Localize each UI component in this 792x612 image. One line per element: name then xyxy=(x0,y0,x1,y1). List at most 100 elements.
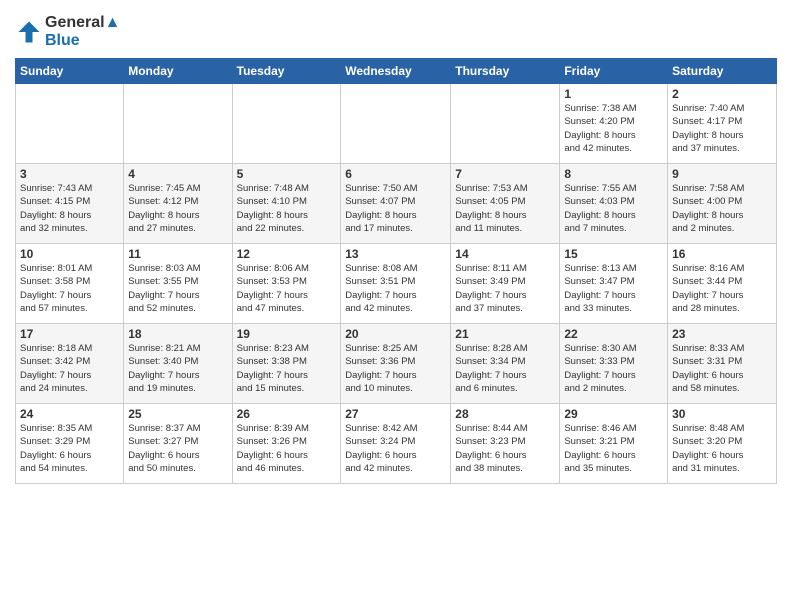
day-info: Sunrise: 7:55 AM Sunset: 4:03 PM Dayligh… xyxy=(564,182,663,235)
day-number: 23 xyxy=(672,327,772,341)
day-number: 12 xyxy=(237,247,337,261)
weekday-header: Sunday xyxy=(16,59,124,84)
day-number: 18 xyxy=(128,327,227,341)
header: General▲ Blue xyxy=(15,10,777,50)
day-info: Sunrise: 7:50 AM Sunset: 4:07 PM Dayligh… xyxy=(345,182,446,235)
calendar-cell: 15Sunrise: 8:13 AM Sunset: 3:47 PM Dayli… xyxy=(560,244,668,324)
calendar-cell: 24Sunrise: 8:35 AM Sunset: 3:29 PM Dayli… xyxy=(16,404,124,484)
day-number: 27 xyxy=(345,407,446,421)
calendar-cell: 29Sunrise: 8:46 AM Sunset: 3:21 PM Dayli… xyxy=(560,404,668,484)
calendar-cell: 21Sunrise: 8:28 AM Sunset: 3:34 PM Dayli… xyxy=(451,324,560,404)
calendar-cell: 17Sunrise: 8:18 AM Sunset: 3:42 PM Dayli… xyxy=(16,324,124,404)
day-info: Sunrise: 7:38 AM Sunset: 4:20 PM Dayligh… xyxy=(564,102,663,155)
weekday-header: Saturday xyxy=(668,59,777,84)
calendar-cell: 16Sunrise: 8:16 AM Sunset: 3:44 PM Dayli… xyxy=(668,244,777,324)
weekday-header: Wednesday xyxy=(341,59,451,84)
day-number: 6 xyxy=(345,167,446,181)
calendar-table: SundayMondayTuesdayWednesdayThursdayFrid… xyxy=(15,58,777,484)
calendar-cell: 1Sunrise: 7:38 AM Sunset: 4:20 PM Daylig… xyxy=(560,84,668,164)
calendar-cell xyxy=(451,84,560,164)
day-info: Sunrise: 7:48 AM Sunset: 4:10 PM Dayligh… xyxy=(237,182,337,235)
calendar-cell: 20Sunrise: 8:25 AM Sunset: 3:36 PM Dayli… xyxy=(341,324,451,404)
day-number: 11 xyxy=(128,247,227,261)
day-info: Sunrise: 8:46 AM Sunset: 3:21 PM Dayligh… xyxy=(564,422,663,475)
day-info: Sunrise: 8:48 AM Sunset: 3:20 PM Dayligh… xyxy=(672,422,772,475)
calendar-cell: 13Sunrise: 8:08 AM Sunset: 3:51 PM Dayli… xyxy=(341,244,451,324)
calendar-cell: 12Sunrise: 8:06 AM Sunset: 3:53 PM Dayli… xyxy=(232,244,341,324)
weekday-header: Monday xyxy=(124,59,232,84)
main-container: General▲ Blue SundayMondayTuesdayWednesd… xyxy=(0,0,792,489)
calendar-week-row: 1Sunrise: 7:38 AM Sunset: 4:20 PM Daylig… xyxy=(16,84,777,164)
calendar-cell xyxy=(341,84,451,164)
calendar-header-row: SundayMondayTuesdayWednesdayThursdayFrid… xyxy=(16,59,777,84)
day-number: 10 xyxy=(20,247,119,261)
calendar-cell: 10Sunrise: 8:01 AM Sunset: 3:58 PM Dayli… xyxy=(16,244,124,324)
day-number: 28 xyxy=(455,407,555,421)
calendar-week-row: 10Sunrise: 8:01 AM Sunset: 3:58 PM Dayli… xyxy=(16,244,777,324)
day-info: Sunrise: 7:53 AM Sunset: 4:05 PM Dayligh… xyxy=(455,182,555,235)
day-info: Sunrise: 8:23 AM Sunset: 3:38 PM Dayligh… xyxy=(237,342,337,395)
weekday-header: Friday xyxy=(560,59,668,84)
calendar-cell xyxy=(124,84,232,164)
day-number: 30 xyxy=(672,407,772,421)
day-number: 7 xyxy=(455,167,555,181)
day-info: Sunrise: 8:13 AM Sunset: 3:47 PM Dayligh… xyxy=(564,262,663,315)
weekday-header: Tuesday xyxy=(232,59,341,84)
day-number: 5 xyxy=(237,167,337,181)
calendar-cell: 28Sunrise: 8:44 AM Sunset: 3:23 PM Dayli… xyxy=(451,404,560,484)
day-number: 24 xyxy=(20,407,119,421)
day-number: 22 xyxy=(564,327,663,341)
calendar-cell: 5Sunrise: 7:48 AM Sunset: 4:10 PM Daylig… xyxy=(232,164,341,244)
calendar-week-row: 24Sunrise: 8:35 AM Sunset: 3:29 PM Dayli… xyxy=(16,404,777,484)
day-number: 21 xyxy=(455,327,555,341)
calendar-cell: 27Sunrise: 8:42 AM Sunset: 3:24 PM Dayli… xyxy=(341,404,451,484)
day-number: 4 xyxy=(128,167,227,181)
calendar-cell: 14Sunrise: 8:11 AM Sunset: 3:49 PM Dayli… xyxy=(451,244,560,324)
logo-text: General▲ Blue xyxy=(45,14,120,50)
calendar-cell: 6Sunrise: 7:50 AM Sunset: 4:07 PM Daylig… xyxy=(341,164,451,244)
day-info: Sunrise: 7:45 AM Sunset: 4:12 PM Dayligh… xyxy=(128,182,227,235)
calendar-cell: 9Sunrise: 7:58 AM Sunset: 4:00 PM Daylig… xyxy=(668,164,777,244)
day-number: 26 xyxy=(237,407,337,421)
day-info: Sunrise: 8:25 AM Sunset: 3:36 PM Dayligh… xyxy=(345,342,446,395)
day-number: 8 xyxy=(564,167,663,181)
calendar-cell: 22Sunrise: 8:30 AM Sunset: 3:33 PM Dayli… xyxy=(560,324,668,404)
day-info: Sunrise: 8:16 AM Sunset: 3:44 PM Dayligh… xyxy=(672,262,772,315)
day-info: Sunrise: 8:21 AM Sunset: 3:40 PM Dayligh… xyxy=(128,342,227,395)
calendar-cell: 7Sunrise: 7:53 AM Sunset: 4:05 PM Daylig… xyxy=(451,164,560,244)
day-info: Sunrise: 8:30 AM Sunset: 3:33 PM Dayligh… xyxy=(564,342,663,395)
day-info: Sunrise: 7:40 AM Sunset: 4:17 PM Dayligh… xyxy=(672,102,772,155)
day-info: Sunrise: 8:03 AM Sunset: 3:55 PM Dayligh… xyxy=(128,262,227,315)
day-number: 14 xyxy=(455,247,555,261)
day-info: Sunrise: 8:35 AM Sunset: 3:29 PM Dayligh… xyxy=(20,422,119,475)
logo: General▲ Blue xyxy=(15,14,120,50)
day-number: 15 xyxy=(564,247,663,261)
day-info: Sunrise: 8:28 AM Sunset: 3:34 PM Dayligh… xyxy=(455,342,555,395)
day-info: Sunrise: 8:37 AM Sunset: 3:27 PM Dayligh… xyxy=(128,422,227,475)
day-info: Sunrise: 7:43 AM Sunset: 4:15 PM Dayligh… xyxy=(20,182,119,235)
calendar-cell: 19Sunrise: 8:23 AM Sunset: 3:38 PM Dayli… xyxy=(232,324,341,404)
calendar-cell: 8Sunrise: 7:55 AM Sunset: 4:03 PM Daylig… xyxy=(560,164,668,244)
day-number: 25 xyxy=(128,407,227,421)
day-number: 3 xyxy=(20,167,119,181)
calendar-cell: 26Sunrise: 8:39 AM Sunset: 3:26 PM Dayli… xyxy=(232,404,341,484)
day-info: Sunrise: 8:06 AM Sunset: 3:53 PM Dayligh… xyxy=(237,262,337,315)
day-info: Sunrise: 8:42 AM Sunset: 3:24 PM Dayligh… xyxy=(345,422,446,475)
calendar-cell: 18Sunrise: 8:21 AM Sunset: 3:40 PM Dayli… xyxy=(124,324,232,404)
day-info: Sunrise: 8:08 AM Sunset: 3:51 PM Dayligh… xyxy=(345,262,446,315)
day-number: 9 xyxy=(672,167,772,181)
day-number: 20 xyxy=(345,327,446,341)
calendar-cell: 11Sunrise: 8:03 AM Sunset: 3:55 PM Dayli… xyxy=(124,244,232,324)
day-number: 29 xyxy=(564,407,663,421)
calendar-cell: 3Sunrise: 7:43 AM Sunset: 4:15 PM Daylig… xyxy=(16,164,124,244)
calendar-cell: 30Sunrise: 8:48 AM Sunset: 3:20 PM Dayli… xyxy=(668,404,777,484)
calendar-cell: 4Sunrise: 7:45 AM Sunset: 4:12 PM Daylig… xyxy=(124,164,232,244)
day-number: 1 xyxy=(564,87,663,101)
day-info: Sunrise: 8:11 AM Sunset: 3:49 PM Dayligh… xyxy=(455,262,555,315)
calendar-cell: 2Sunrise: 7:40 AM Sunset: 4:17 PM Daylig… xyxy=(668,84,777,164)
weekday-header: Thursday xyxy=(451,59,560,84)
logo-icon xyxy=(15,18,43,46)
day-number: 13 xyxy=(345,247,446,261)
calendar-cell xyxy=(232,84,341,164)
day-info: Sunrise: 8:01 AM Sunset: 3:58 PM Dayligh… xyxy=(20,262,119,315)
